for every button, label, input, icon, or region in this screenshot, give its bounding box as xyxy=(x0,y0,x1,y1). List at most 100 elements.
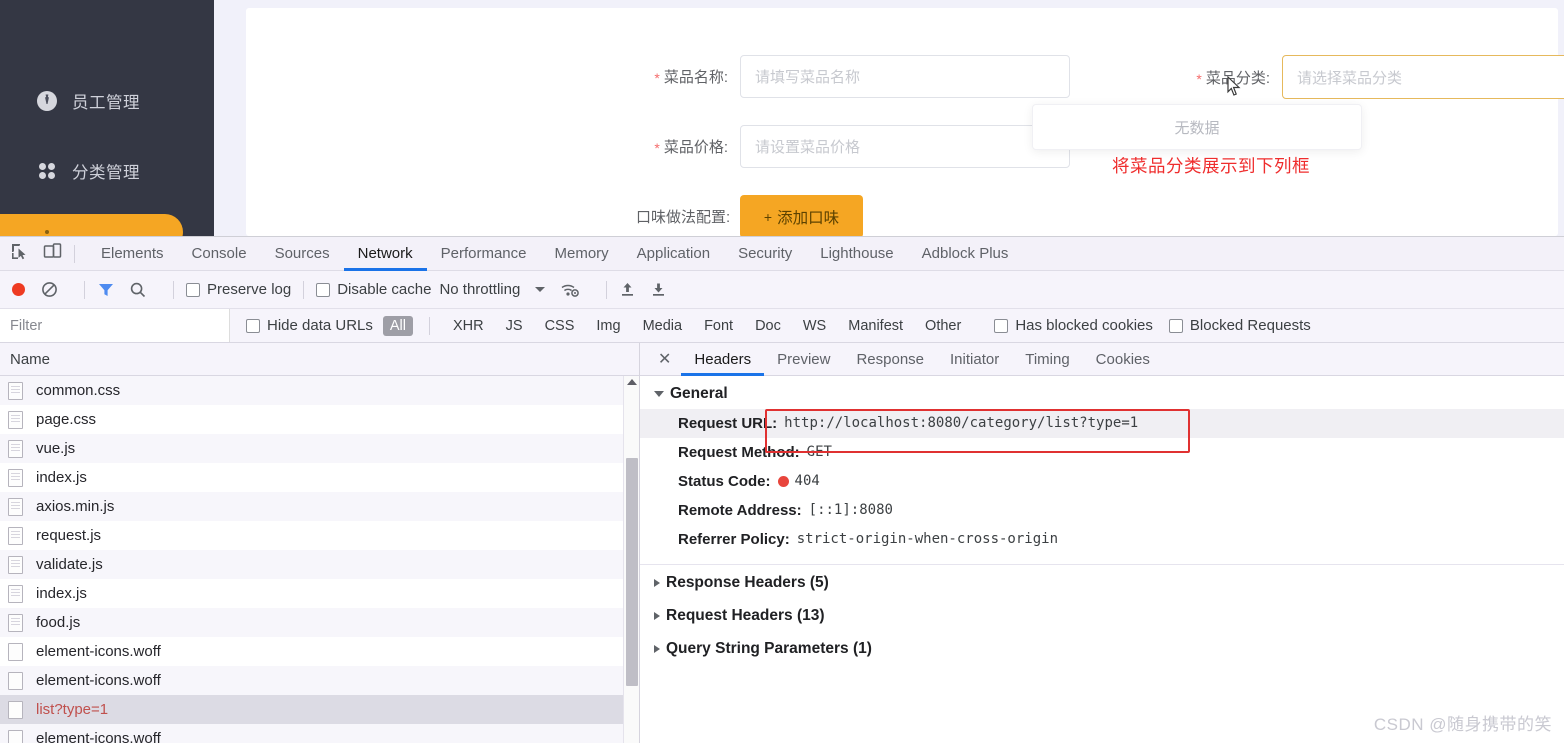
tab-console[interactable]: Console xyxy=(178,237,261,271)
disable-cache-checkbox[interactable]: Disable cache xyxy=(316,281,431,298)
request-url-row: Request URL: http://localhost:8080/categ… xyxy=(640,409,1564,438)
dish-name-input[interactable]: 请填写菜品名称 xyxy=(740,55,1070,98)
has-blocked-cookies-checkbox[interactable]: Has blocked cookies xyxy=(994,317,1153,334)
close-icon[interactable]: ✕ xyxy=(648,349,681,369)
netlist-scrollbar[interactable] xyxy=(623,376,639,743)
table-row[interactable]: element-icons.woff xyxy=(0,637,639,666)
required-asterisk: * xyxy=(654,70,660,87)
type-filter-xhr[interactable]: XHR xyxy=(446,316,491,336)
table-row[interactable]: request.js xyxy=(0,521,639,550)
dish-price-label: * 菜品价格: xyxy=(654,139,728,157)
response-headers-section[interactable]: Response Headers (5) xyxy=(640,564,1564,598)
tab-sources[interactable]: Sources xyxy=(261,237,344,271)
tab-preview[interactable]: Preview xyxy=(764,343,843,376)
tab-performance[interactable]: Performance xyxy=(427,237,541,271)
divider xyxy=(429,316,431,335)
throttling-select[interactable]: No throttling xyxy=(439,281,520,298)
file-icon xyxy=(8,613,23,632)
status-code-key: Status Code: xyxy=(678,473,771,490)
table-row[interactable]: page.css xyxy=(0,405,639,434)
type-filter-img[interactable]: Img xyxy=(589,316,627,336)
chevron-down-icon[interactable] xyxy=(534,285,546,294)
checkbox-box xyxy=(316,282,331,297)
type-filter-font[interactable]: Font xyxy=(697,316,740,336)
request-method-key: Request Method: xyxy=(678,444,800,461)
sidebar-item-category[interactable]: 分类管理 xyxy=(0,149,214,193)
filter-input[interactable]: Filter xyxy=(0,309,230,342)
type-filter-ws[interactable]: WS xyxy=(796,316,833,336)
checkbox-box xyxy=(246,318,260,333)
sidebar-active-pill[interactable] xyxy=(0,214,183,236)
blocked-requests-checkbox[interactable]: Blocked Requests xyxy=(1168,317,1311,334)
column-header-name[interactable]: Name xyxy=(0,343,639,376)
tab-response[interactable]: Response xyxy=(843,343,937,376)
tab-security[interactable]: Security xyxy=(724,237,806,271)
table-row[interactable]: element-icons.woff xyxy=(0,724,639,743)
clear-icon[interactable] xyxy=(41,281,58,298)
search-icon[interactable] xyxy=(129,281,147,299)
tab-lighthouse[interactable]: Lighthouse xyxy=(806,237,907,271)
request-url-value[interactable]: http://localhost:8080/category/list?type… xyxy=(784,412,1138,435)
tab-application[interactable]: Application xyxy=(623,237,724,271)
type-filter-css[interactable]: CSS xyxy=(538,316,582,336)
tab-cookies[interactable]: Cookies xyxy=(1083,343,1163,376)
type-filter-doc[interactable]: Doc xyxy=(748,316,788,336)
scroll-up-arrow-icon[interactable] xyxy=(626,379,637,385)
dish-category-dropdown[interactable]: 无数据 xyxy=(1032,104,1362,150)
type-filter-all[interactable]: All xyxy=(382,315,414,336)
checkbox-box xyxy=(1168,318,1183,333)
table-row[interactable]: index.js xyxy=(0,579,639,608)
type-filter-media[interactable]: Media xyxy=(636,316,690,336)
tab-timing[interactable]: Timing xyxy=(1012,343,1082,376)
hide-data-urls-checkbox[interactable]: Hide data URLs xyxy=(246,317,373,334)
watermark: CSDN @随身携带的笑 xyxy=(1373,715,1552,734)
table-row[interactable]: element-icons.woff xyxy=(0,666,639,695)
referrer-policy-key: Referrer Policy: xyxy=(678,531,790,548)
type-filter-other[interactable]: Other xyxy=(918,316,968,336)
type-filter-js[interactable]: JS xyxy=(499,316,530,336)
mouse-cursor-icon xyxy=(1227,75,1243,98)
toggle-device-toolbar-icon[interactable] xyxy=(43,242,62,266)
checkbox-box xyxy=(186,282,200,297)
table-row[interactable]: validate.js xyxy=(0,550,639,579)
import-har-icon[interactable] xyxy=(619,281,636,298)
tab-adblock-plus[interactable]: Adblock Plus xyxy=(908,237,1023,271)
dish-price-input[interactable]: 请设置菜品价格 xyxy=(740,125,1070,168)
request-detail-panel: ✕ Headers Preview Response Initiator Tim… xyxy=(640,343,1564,743)
scrollbar-thumb[interactable] xyxy=(626,458,638,686)
request-url-key: Request URL: xyxy=(678,415,778,432)
table-row[interactable]: food.js xyxy=(0,608,639,637)
table-row[interactable]: axios.min.js xyxy=(0,492,639,521)
sidebar-item-category-label: 分类管理 xyxy=(72,164,140,182)
sidebar-item-employee-label: 员工管理 xyxy=(72,94,140,112)
tab-network[interactable]: Network xyxy=(344,237,427,271)
add-taste-button[interactable]: + 添加口味 xyxy=(740,195,863,236)
tab-initiator[interactable]: Initiator xyxy=(937,343,1012,376)
divider xyxy=(74,244,75,263)
query-string-parameters-section[interactable]: Query String Parameters (1) xyxy=(640,631,1564,664)
employee-icon xyxy=(35,89,59,113)
request-headers-section[interactable]: Request Headers (13) xyxy=(640,598,1564,631)
tab-elements[interactable]: Elements xyxy=(87,237,178,271)
network-conditions-icon[interactable] xyxy=(560,281,580,299)
sidebar-item-employee[interactable]: 员工管理 xyxy=(0,79,214,123)
tab-memory[interactable]: Memory xyxy=(541,237,623,271)
file-icon xyxy=(8,729,23,743)
table-row-selected[interactable]: list?type=1 xyxy=(0,695,639,724)
filter-icon[interactable] xyxy=(97,281,115,299)
devtools-panel: Elements Console Sources Network Perform… xyxy=(0,236,1564,743)
table-row[interactable]: common.css xyxy=(0,376,639,405)
app-sidebar: 员工管理 分类管理 xyxy=(0,0,214,236)
record-icon[interactable] xyxy=(10,281,27,298)
table-row[interactable]: index.js xyxy=(0,463,639,492)
export-har-icon[interactable] xyxy=(650,281,667,298)
dish-category-select[interactable]: 请选择菜品分类 xyxy=(1282,55,1564,99)
inspect-element-icon[interactable] xyxy=(10,242,29,266)
type-filter-manifest[interactable]: Manifest xyxy=(841,316,910,336)
tab-headers[interactable]: Headers xyxy=(681,343,764,376)
table-row[interactable]: vue.js xyxy=(0,434,639,463)
general-section-header[interactable]: General xyxy=(640,376,1564,409)
file-icon xyxy=(8,584,23,603)
preserve-log-checkbox[interactable]: Preserve log xyxy=(186,281,291,298)
file-icon xyxy=(8,700,23,719)
